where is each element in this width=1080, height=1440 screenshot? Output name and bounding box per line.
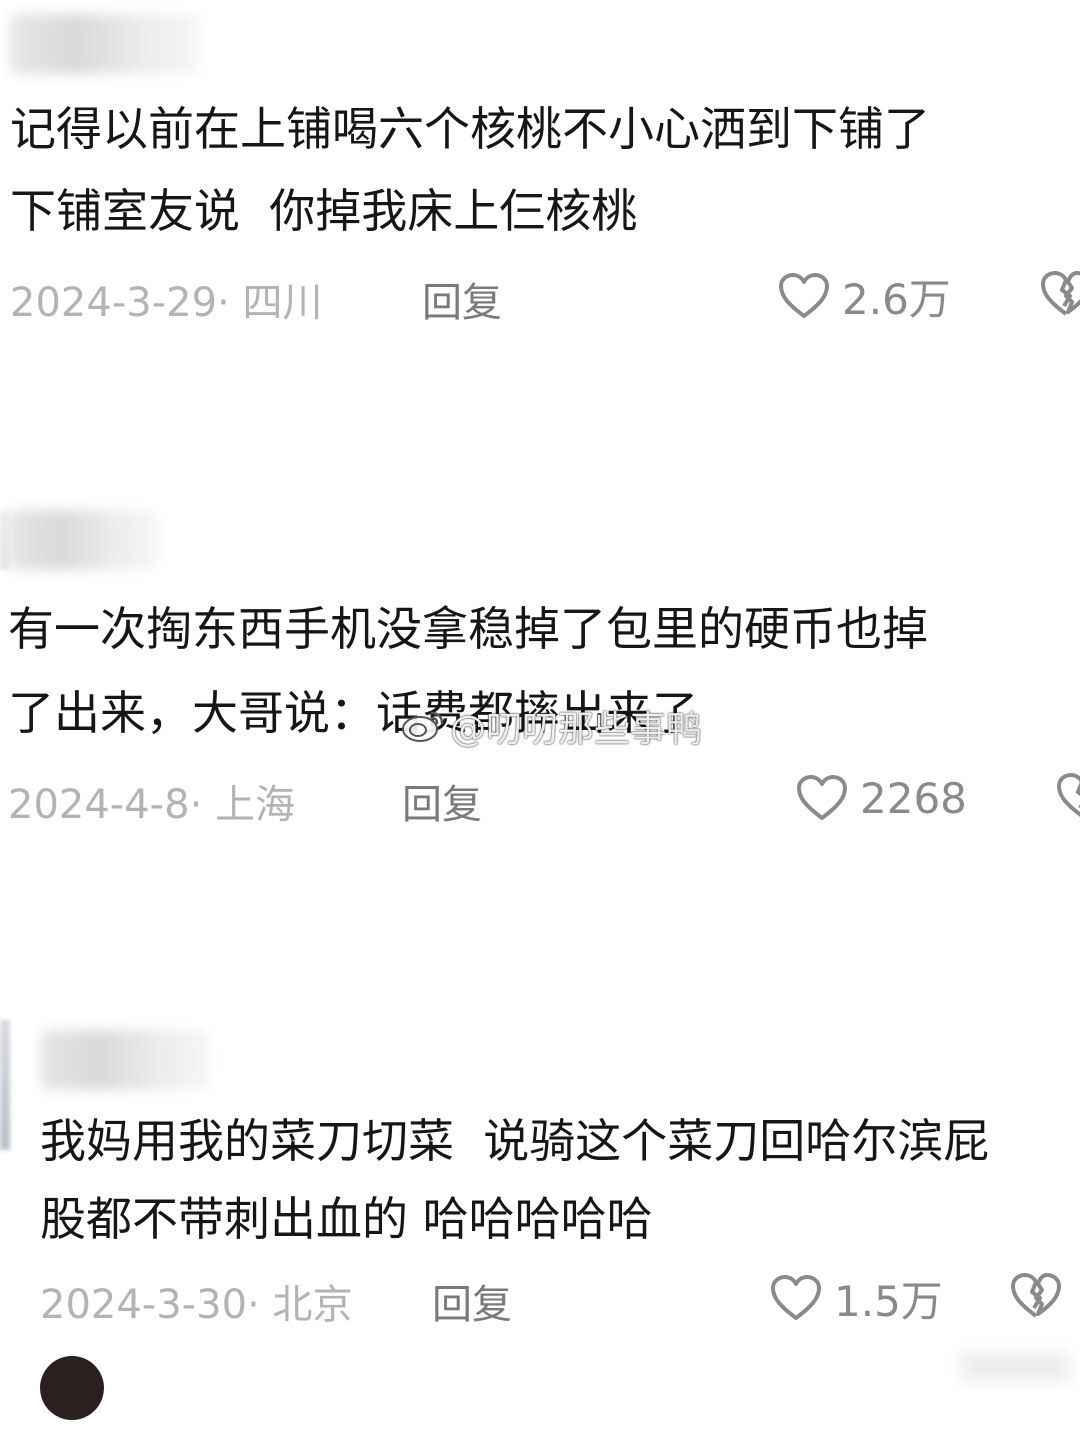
like-count: 2268 xyxy=(860,773,967,823)
dislike-button[interactable] xyxy=(1010,1272,1062,1324)
comment-text-line: 有一次掏东西手机没拿稳掉了包里的硬币也掉 xyxy=(8,602,928,656)
like-count: 2.6万 xyxy=(842,274,951,324)
comment-date-location: 2024-4-8· 上海 xyxy=(8,782,295,828)
heart-outline-icon xyxy=(797,775,847,820)
avatar[interactable] xyxy=(40,1356,104,1420)
reply-button[interactable]: 回复 xyxy=(402,772,482,830)
dislike-button[interactable] xyxy=(1040,270,1080,322)
dislike-button[interactable] xyxy=(1056,772,1080,824)
like-button[interactable]: 2268 xyxy=(796,768,967,828)
like-button[interactable]: 1.5万 xyxy=(770,1268,943,1328)
like-count: 1.5万 xyxy=(834,1276,943,1326)
username-blurred[interactable] xyxy=(40,1030,210,1090)
comment-date-location: 2024-3-29· 四川 xyxy=(10,280,323,326)
blurred-region xyxy=(960,1352,1070,1382)
weibo-logo-icon xyxy=(402,711,444,742)
comment-text-line: 我妈用我的菜刀切菜 说骑这个菜刀回哈尔滨屁 xyxy=(40,1114,990,1168)
username-blurred[interactable] xyxy=(10,14,200,74)
reply-button[interactable]: 回复 xyxy=(432,1272,512,1330)
comment-text-line: 记得以前在上铺喝六个核桃不小心洒到下铺了 xyxy=(10,102,930,156)
broken-heart-icon xyxy=(1041,271,1080,316)
comment-text-line: 股都不带刺出血的 哈哈哈哈哈 xyxy=(40,1192,653,1246)
heart-outline-icon xyxy=(779,273,829,318)
watermark: @叨叨那些事鸭 xyxy=(400,700,702,752)
username-blurred[interactable] xyxy=(8,510,158,570)
edge-artifact xyxy=(0,1020,10,1150)
broken-heart-icon xyxy=(1011,1273,1061,1318)
broken-heart-icon xyxy=(1057,773,1080,817)
watermark-text: @叨叨那些事鸭 xyxy=(450,709,703,750)
reply-button[interactable]: 回复 xyxy=(422,270,502,328)
comment-text-line: 下铺室友说 你掉我床上仨核桃 xyxy=(10,184,638,238)
comment-date-location: 2024-3-30· 北京 xyxy=(40,1282,353,1328)
heart-outline-icon xyxy=(771,1275,821,1320)
like-button[interactable]: 2.6万 xyxy=(778,266,951,326)
